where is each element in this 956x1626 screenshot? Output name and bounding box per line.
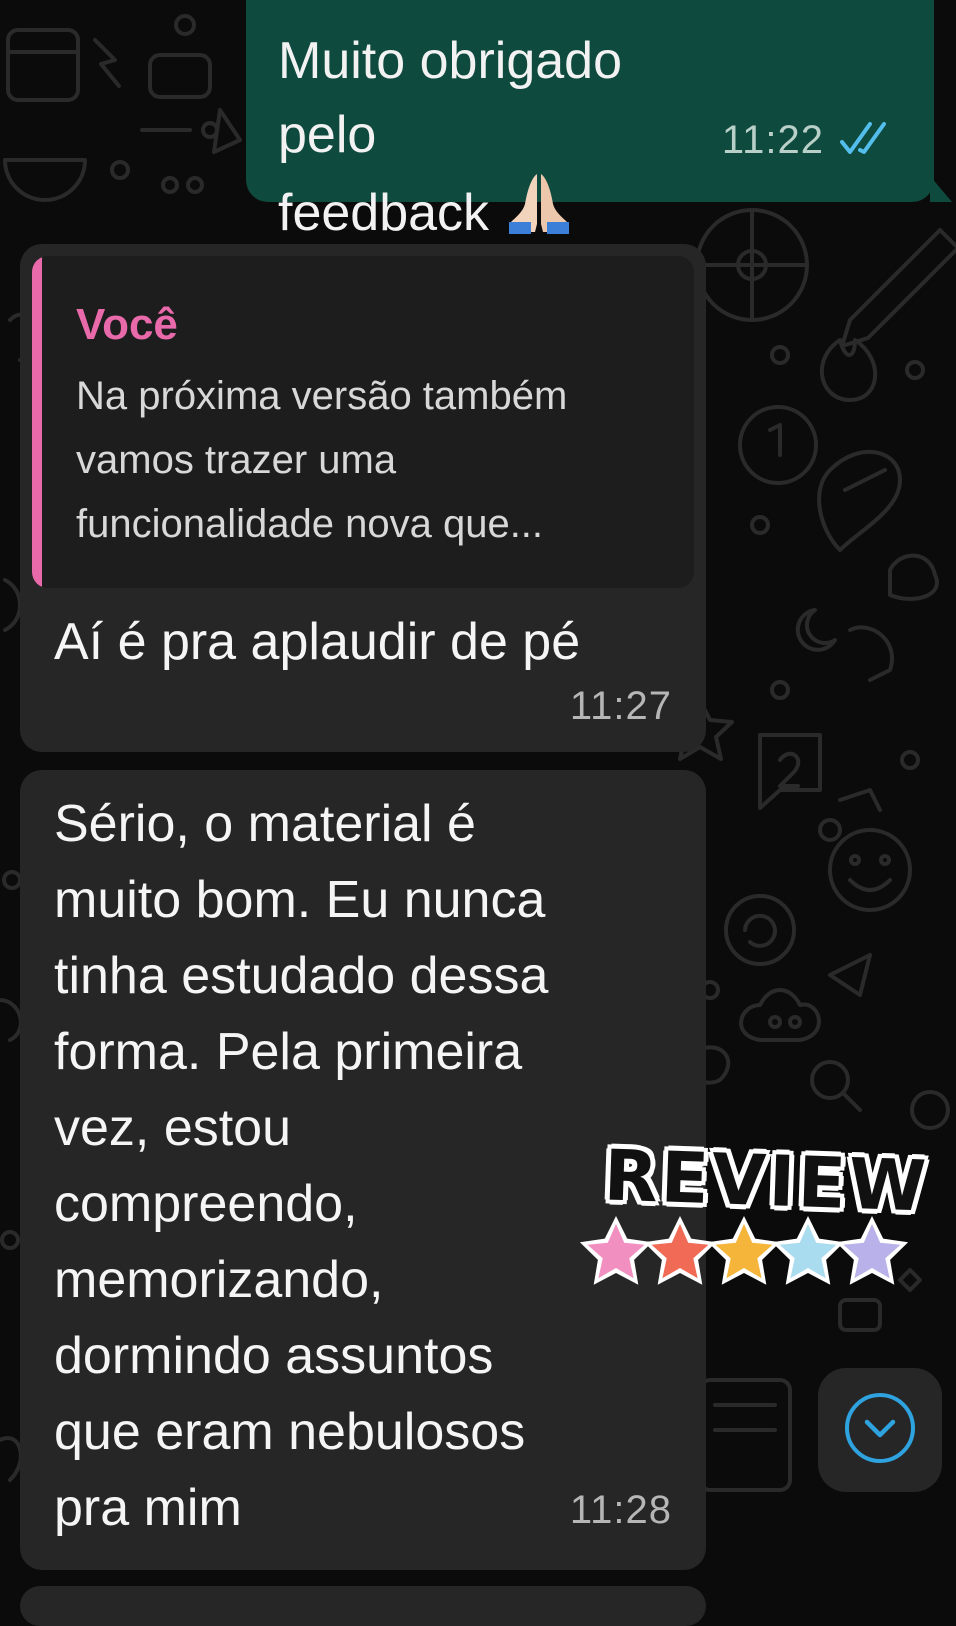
quote-author: Você bbox=[76, 300, 178, 349]
message-time: 11:22 bbox=[721, 118, 824, 162]
quote-accent-bar bbox=[32, 256, 42, 588]
message-time: 11:27 bbox=[569, 684, 672, 728]
folded-hands-icon bbox=[507, 172, 571, 254]
quoted-message[interactable]: Você Na próxima versão também vamos traz… bbox=[32, 256, 694, 588]
message-text: Sério, o material é muito bom. Eu nunca … bbox=[54, 795, 549, 1537]
quote-text: Na próxima versão também vamos trazer um… bbox=[76, 374, 568, 546]
message-meta: 11:22 bbox=[722, 118, 894, 163]
chevron-down-icon bbox=[841, 1389, 919, 1472]
double-check-read-icon bbox=[838, 120, 894, 161]
scroll-to-bottom-button[interactable] bbox=[818, 1368, 942, 1492]
message-time: 11:28 bbox=[569, 1488, 672, 1532]
star-rating bbox=[580, 1216, 909, 1285]
outgoing-message-bubble[interactable]: Muito obrigado pelo feedback 11:22 bbox=[246, 0, 952, 242]
message-text: Aí é pra aplaudir de pé bbox=[54, 613, 581, 671]
message-text: Muito obrigado pelo feedback bbox=[278, 24, 718, 254]
review-sticker: REVIEW bbox=[576, 1132, 930, 1292]
incoming-message-bubble[interactable]: Você Na próxima versão também vamos traz… bbox=[20, 244, 706, 752]
bubble-tail bbox=[930, 176, 952, 202]
incoming-message-bubble-partial[interactable] bbox=[20, 1586, 706, 1626]
